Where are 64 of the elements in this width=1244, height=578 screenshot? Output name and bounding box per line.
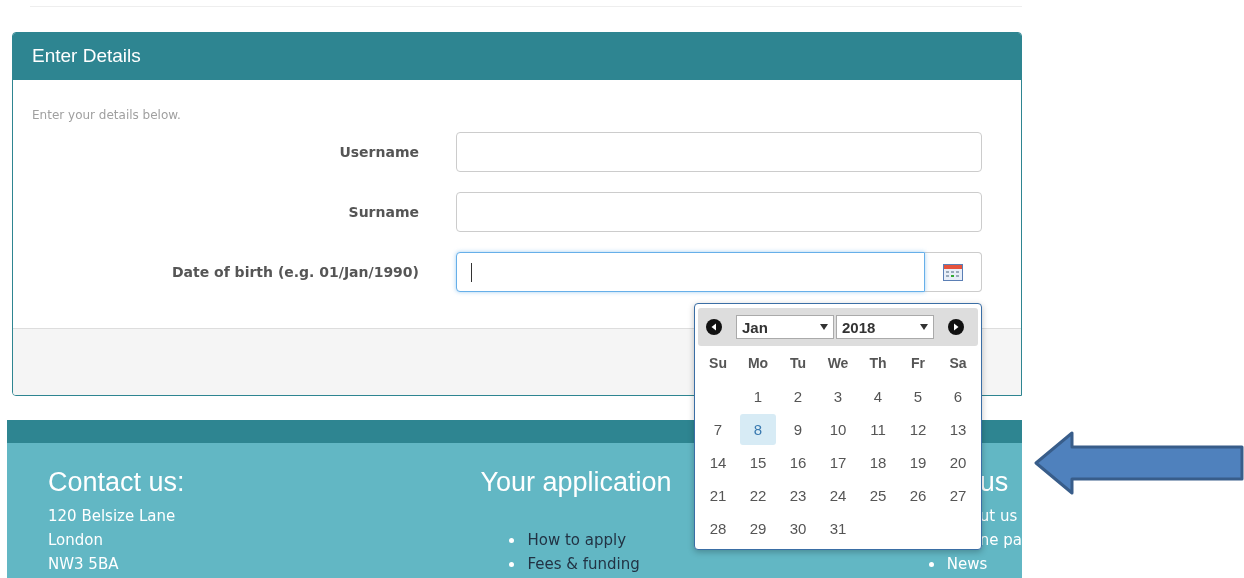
footer-link[interactable]: How to apply bbox=[527, 528, 627, 552]
day-cell[interactable]: 2 bbox=[780, 381, 816, 412]
weekday-label: Mo bbox=[746, 354, 770, 373]
day-cell[interactable]: 14 bbox=[700, 447, 736, 478]
day-cell[interactable]: 24 bbox=[820, 480, 856, 511]
day-cell[interactable]: 11 bbox=[860, 414, 896, 445]
day-cell[interactable]: 19 bbox=[900, 447, 936, 478]
text-field[interactable] bbox=[456, 132, 982, 172]
day-cell[interactable]: 3 bbox=[820, 381, 856, 412]
month-select[interactable]: Jan bbox=[736, 315, 834, 339]
day-cell[interactable]: 20 bbox=[940, 447, 976, 478]
day-cell[interactable]: 18 bbox=[860, 447, 896, 478]
weekday-label: Fr bbox=[910, 354, 926, 373]
day-cell[interactable]: 5 bbox=[900, 381, 936, 412]
footer-link[interactable]: Fees & funding bbox=[527, 552, 640, 576]
calendar-icon bbox=[943, 263, 963, 281]
weekday-label: Th bbox=[868, 354, 888, 373]
address-line: 120 Belsize Lane bbox=[48, 506, 176, 527]
day-cell[interactable]: 1 bbox=[740, 381, 776, 412]
dropdown-icon bbox=[820, 324, 828, 330]
field-label: Username bbox=[338, 144, 419, 160]
footer-heading: Your application bbox=[480, 467, 672, 498]
weekday-label: Su bbox=[708, 354, 728, 373]
text-field[interactable] bbox=[456, 192, 982, 232]
weekday-label: Sa bbox=[948, 354, 968, 373]
day-cell[interactable]: 26 bbox=[900, 480, 936, 511]
hint-text: Enter your details below. bbox=[32, 108, 181, 122]
footer-heading: us bbox=[979, 467, 1009, 498]
text-cursor bbox=[471, 263, 472, 282]
arrow-icon bbox=[1034, 430, 1244, 496]
panel-title: Enter Details bbox=[13, 33, 1021, 80]
day-cell[interactable]: 7 bbox=[700, 414, 736, 445]
day-cell[interactable]: 23 bbox=[780, 480, 816, 511]
address-line: London bbox=[48, 530, 103, 551]
day-cell[interactable]: 27 bbox=[940, 480, 976, 511]
field-label: Surname bbox=[347, 204, 419, 220]
day-cell[interactable]: 28 bbox=[700, 513, 736, 544]
day-cell[interactable]: 25 bbox=[860, 480, 896, 511]
date-field[interactable] bbox=[456, 252, 925, 292]
day-cell[interactable]: 12 bbox=[900, 414, 936, 445]
day-cell[interactable]: 17 bbox=[820, 447, 856, 478]
day-cell[interactable]: 9 bbox=[780, 414, 816, 445]
day-cell[interactable]: 21 bbox=[700, 480, 736, 511]
day-cell[interactable]: 6 bbox=[940, 381, 976, 412]
calendar-button[interactable] bbox=[925, 252, 982, 292]
day-cell[interactable]: 29 bbox=[740, 513, 776, 544]
day-cell[interactable]: 22 bbox=[740, 480, 776, 511]
day-cell[interactable]: 8 bbox=[740, 414, 776, 445]
dropdown-icon bbox=[920, 324, 928, 330]
day-cell[interactable]: 16 bbox=[780, 447, 816, 478]
weekday-label: Tu bbox=[788, 354, 808, 373]
day-cell[interactable]: 30 bbox=[780, 513, 816, 544]
day-cell[interactable]: 10 bbox=[820, 414, 856, 445]
next-month-icon[interactable] bbox=[948, 319, 964, 335]
day-cell[interactable]: 13 bbox=[940, 414, 976, 445]
year-select[interactable]: 2018 bbox=[836, 315, 934, 339]
footer-heading: Contact us: bbox=[48, 467, 185, 498]
field-label: Date of birth (e.g. 01/Jan/1990) bbox=[170, 264, 419, 280]
day-cell[interactable]: 15 bbox=[740, 447, 776, 478]
day-cell[interactable]: 4 bbox=[860, 381, 896, 412]
weekday-label: We bbox=[826, 354, 850, 373]
day-cell[interactable]: 31 bbox=[820, 513, 856, 544]
address-line: NW3 5BA bbox=[48, 554, 119, 575]
previous-month-icon[interactable] bbox=[706, 319, 722, 335]
